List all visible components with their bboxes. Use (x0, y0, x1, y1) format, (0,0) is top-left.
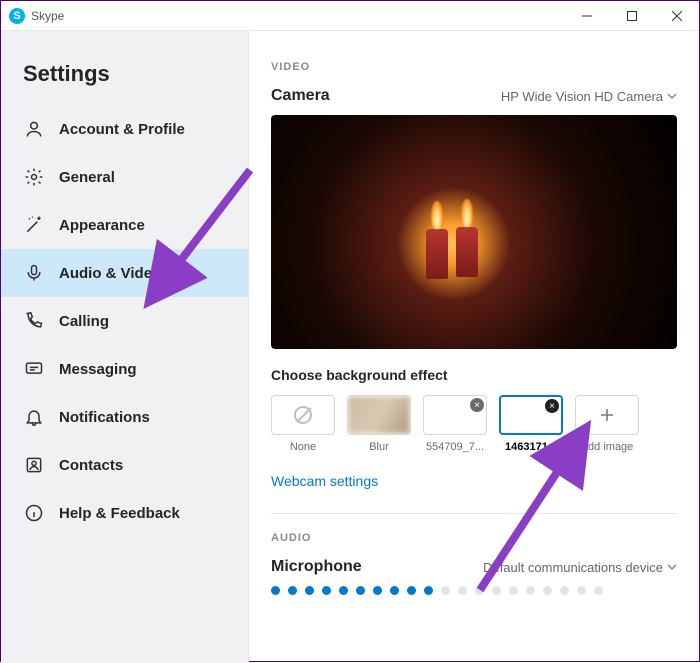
sidebar-item-label: Messaging (59, 361, 137, 378)
sidebar-item-label: Audio & Video (59, 265, 161, 282)
sidebar-item-notifications[interactable]: Notifications (1, 393, 248, 441)
settings-content: VIDEO Camera HP Wide Vision HD Camera Ch… (249, 31, 699, 663)
level-dot (390, 586, 399, 595)
level-dot (543, 586, 552, 595)
sidebar-item-account[interactable]: Account & Profile (1, 105, 248, 153)
effect-label: 1463171... (505, 441, 557, 453)
effect-label: None (290, 441, 316, 453)
level-dot (424, 586, 433, 595)
titlebar: S Skype (1, 1, 699, 31)
effect-custom-2[interactable]: × 1463171... (499, 395, 563, 453)
sidebar-item-calling[interactable]: Calling (1, 297, 248, 345)
effect-label: Blur (369, 441, 389, 453)
background-effect-list: None Blur × 554709_7... × 1463171... Add… (271, 395, 677, 453)
microphone-title: Microphone (271, 558, 362, 576)
effect-blur[interactable]: Blur (347, 395, 411, 453)
chevron-down-icon (667, 562, 677, 572)
level-dot (594, 586, 603, 595)
sidebar-item-general[interactable]: General (1, 153, 248, 201)
divider (271, 513, 677, 514)
level-dot (458, 586, 467, 595)
level-dot (356, 586, 365, 595)
remove-icon[interactable]: × (470, 398, 484, 412)
background-effect-label: Choose background effect (271, 367, 677, 383)
contacts-icon (23, 455, 45, 475)
level-dot (373, 586, 382, 595)
level-dot (441, 586, 450, 595)
gear-icon (23, 167, 45, 187)
microphone-value: Default communications device (483, 560, 663, 575)
app-name: Skype (31, 9, 564, 23)
sidebar-item-messaging[interactable]: Messaging (1, 345, 248, 393)
effect-none[interactable]: None (271, 395, 335, 453)
camera-value: HP Wide Vision HD Camera (501, 89, 663, 104)
sidebar-item-label: Appearance (59, 217, 145, 234)
plus-icon (599, 407, 615, 423)
video-section-label: VIDEO (271, 61, 677, 73)
level-dot (322, 586, 331, 595)
sidebar-item-audio-video[interactable]: Audio & Video (1, 249, 248, 297)
level-dot (305, 586, 314, 595)
effect-label: Add image (581, 441, 634, 453)
camera-preview (271, 115, 677, 349)
minimize-button[interactable] (564, 1, 609, 31)
camera-title: Camera (271, 87, 330, 105)
effect-custom-1[interactable]: × 554709_7... (423, 395, 487, 453)
level-dot (492, 586, 501, 595)
maximize-button[interactable] (609, 1, 654, 31)
effect-add-image[interactable]: Add image (575, 395, 639, 453)
webcam-settings-link[interactable]: Webcam settings (271, 473, 378, 489)
bell-icon (23, 407, 45, 427)
skype-logo-icon: S (9, 8, 25, 24)
sidebar-item-label: Account & Profile (59, 121, 185, 138)
level-dot (560, 586, 569, 595)
close-button[interactable] (654, 1, 699, 31)
level-dot (509, 586, 518, 595)
sidebar-item-contacts[interactable]: Contacts (1, 441, 248, 489)
sidebar-item-label: Help & Feedback (59, 505, 180, 522)
info-icon (23, 503, 45, 523)
person-icon (23, 119, 45, 139)
level-dot (339, 586, 348, 595)
microphone-icon (23, 263, 45, 283)
effect-label: 554709_7... (426, 441, 484, 453)
sidebar-item-label: Notifications (59, 409, 150, 426)
settings-title: Settings (1, 61, 248, 105)
settings-sidebar: Settings Account & Profile General Appea… (1, 31, 249, 663)
level-dot (288, 586, 297, 595)
sidebar-item-label: Contacts (59, 457, 123, 474)
level-dot (407, 586, 416, 595)
sidebar-item-label: General (59, 169, 115, 186)
level-dot (577, 586, 586, 595)
chevron-down-icon (667, 91, 677, 101)
level-dot (475, 586, 484, 595)
message-icon (23, 359, 45, 379)
microphone-dropdown[interactable]: Default communications device (483, 560, 677, 575)
level-dot (526, 586, 535, 595)
level-dot (271, 586, 280, 595)
wand-icon (23, 215, 45, 235)
none-icon (294, 406, 312, 424)
sidebar-item-help[interactable]: Help & Feedback (1, 489, 248, 537)
camera-dropdown[interactable]: HP Wide Vision HD Camera (501, 89, 677, 104)
sidebar-item-appearance[interactable]: Appearance (1, 201, 248, 249)
remove-icon[interactable]: × (545, 399, 559, 413)
phone-icon (23, 311, 45, 331)
sidebar-item-label: Calling (59, 313, 109, 330)
microphone-level-meter (271, 586, 677, 595)
audio-section-label: AUDIO (271, 532, 677, 544)
